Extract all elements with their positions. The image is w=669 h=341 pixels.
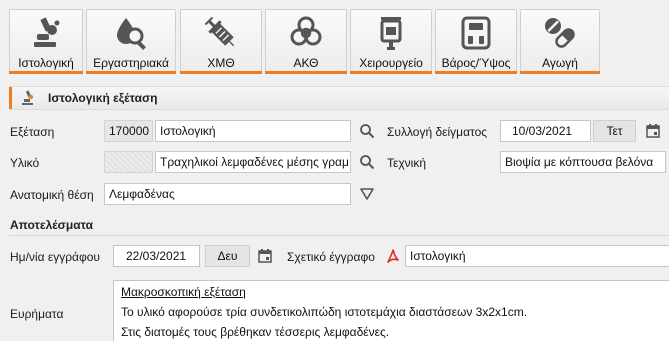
doc-date-field[interactable]: 22/03/2021 [113,245,200,267]
active-indicator [9,71,83,74]
results-title: Αποτελέσματα [10,218,93,232]
findings-line: Στις διατομές τους βρέθηκαν τέσσερις λεμ… [121,325,390,339]
calendar-icon[interactable] [645,123,661,139]
calendar-icon[interactable] [257,248,273,264]
findings-line: Το υλικό αφορούσε τρία συνδετικολιπώδη ι… [121,305,528,319]
medication-button[interactable]: Αγωγή [520,9,600,74]
lab-tests-button[interactable]: Εργαστηριακά [86,9,176,74]
weight-height-label: Βάρος/Ύψος [441,56,511,70]
findings-line: Μακροσκοπική εξέταση [121,285,246,299]
surgery-label: Χειρουργείο [359,56,423,70]
material-label: Υλικό [10,156,40,170]
active-indicator [520,71,600,74]
histology-button[interactable]: Ιστολογική [9,9,83,74]
results-divider [9,235,669,236]
histology-label: Ιστολογική [18,56,74,70]
surgery-button[interactable]: Χειρουργείο [350,9,432,74]
scale-icon [461,16,491,50]
section-title: Ιστολογική εξέταση [48,91,158,105]
weight-height-button[interactable]: Βάρος/Ύψος [435,9,517,74]
pdf-icon[interactable] [385,248,401,264]
sample-day-field: Τετ [593,120,636,142]
chemotherapy-label: ΧΜΘ [207,56,235,70]
technique-label: Τεχνική [387,156,426,170]
technique-field[interactable]: Βιοψία με κόπτουσα βελόνα [500,151,666,173]
active-indicator [86,71,176,74]
radiotherapy-button[interactable]: ΑΚΘ [265,9,347,74]
anatomic-field[interactable]: Λεμφαδένας [104,183,351,205]
lab-tests-label: Εργαστηριακά [93,56,169,70]
related-doc-field[interactable]: Ιστολογική [405,245,669,267]
exam-label: Εξέταση [10,125,55,139]
sample-date-label: Συλλογή δείγματος [387,125,488,139]
medication-label: Αγωγή [542,56,578,70]
anatomic-label: Ανατομική θέση [10,188,94,202]
active-indicator [350,71,432,74]
related-doc-label: Σχετικό έγγραφο [287,250,375,264]
microscope-icon [34,17,60,47]
chemotherapy-button[interactable]: ΧΜΘ [180,9,262,74]
exam-field[interactable]: Ιστολογική [155,120,351,142]
section-header: Ιστολογική εξέταση [9,86,669,110]
active-indicator [180,71,262,74]
radiotherapy-label: ΑΚΘ [293,56,319,70]
syringe-icon [204,16,235,47]
material-code-field[interactable] [104,151,153,173]
doc-date-label: Ημ/νία εγγράφου [10,250,100,264]
sample-date-field[interactable]: 10/03/2021 [500,120,591,142]
doc-day-field: Δευ [205,245,250,267]
filter-icon[interactable] [359,186,375,202]
biohazard-icon [290,16,322,46]
active-indicator [265,71,347,74]
iv-bag-icon [380,17,402,50]
active-indicator [435,71,517,74]
search-icon[interactable] [359,123,375,139]
toolbar: Ιστολογική Εργαστηριακά ΧΜΘ ΑΚΘ Χειρουργ… [0,0,669,82]
findings-label: Ευρήματα [10,307,64,321]
section-accent [9,87,12,109]
exam-code-field[interactable]: 170000 [104,120,153,142]
microscope-icon [22,90,34,105]
findings-textarea[interactable]: Μακροσκοπική εξέταση Το υλικό αφορούσε τ… [113,280,669,341]
pills-icon [545,18,575,48]
search-icon[interactable] [359,154,375,170]
material-field[interactable]: Τραχηλικοί λεμφαδένες μέσης γραμ [155,151,351,173]
blood-drop-search-icon [117,18,146,50]
